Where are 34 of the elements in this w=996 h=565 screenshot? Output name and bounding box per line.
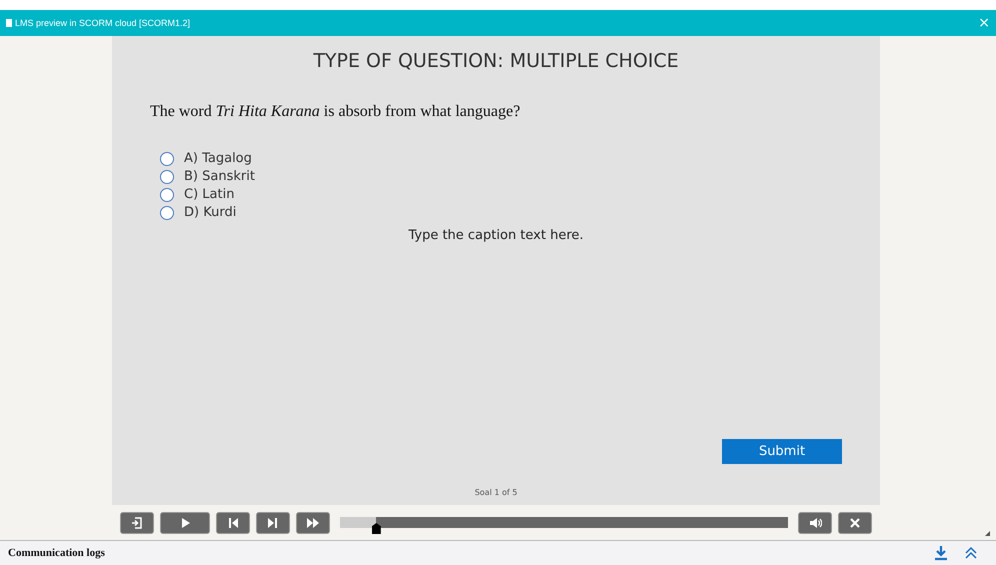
close-button[interactable] xyxy=(838,512,872,534)
play-button[interactable] xyxy=(160,512,210,534)
skip-back-icon xyxy=(226,516,240,530)
next-button[interactable] xyxy=(256,512,290,534)
previous-button[interactable] xyxy=(216,512,250,534)
download-icon[interactable] xyxy=(934,545,948,561)
close-icon xyxy=(848,516,862,530)
window-title: LMS preview in SCORM cloud [SCORM1.2] xyxy=(15,18,192,28)
slide-counter: Soal 1 of 5 xyxy=(474,488,518,497)
radio-button[interactable] xyxy=(160,170,174,184)
progress-track[interactable] xyxy=(340,517,788,535)
resize-grip[interactable] xyxy=(985,531,990,536)
speaker-icon xyxy=(808,516,822,530)
window-icon xyxy=(6,19,12,27)
radio-button[interactable] xyxy=(160,206,174,220)
caption-text: Type the caption text here. xyxy=(407,228,585,243)
question-text: The word Tri Hita Karana is absorb from what language? xyxy=(150,103,522,121)
slide-heading: TYPE OF QUESTION: MULTIPLE CHOICE xyxy=(312,50,680,72)
fast-forward-button[interactable] xyxy=(296,512,330,534)
collapse-icon[interactable] xyxy=(964,546,978,560)
answer-option[interactable]: A) Tagalog xyxy=(160,151,842,166)
answer-option[interactable]: D) Kurdi xyxy=(160,205,842,220)
answer-option[interactable]: C) Latin xyxy=(160,187,842,202)
submit-button[interactable]: Submit xyxy=(722,439,842,464)
answer-option[interactable]: B) Sanskrit xyxy=(160,169,842,184)
radio-button[interactable] xyxy=(160,152,174,166)
exit-icon xyxy=(130,516,144,530)
radio-button[interactable] xyxy=(160,188,174,202)
exit-button[interactable] xyxy=(120,512,154,534)
status-label: Communication logs xyxy=(8,547,106,559)
volume-button[interactable] xyxy=(798,512,832,534)
skip-forward-icon xyxy=(266,516,280,530)
fast-forward-icon xyxy=(306,516,320,530)
progress-handle[interactable] xyxy=(372,523,381,534)
